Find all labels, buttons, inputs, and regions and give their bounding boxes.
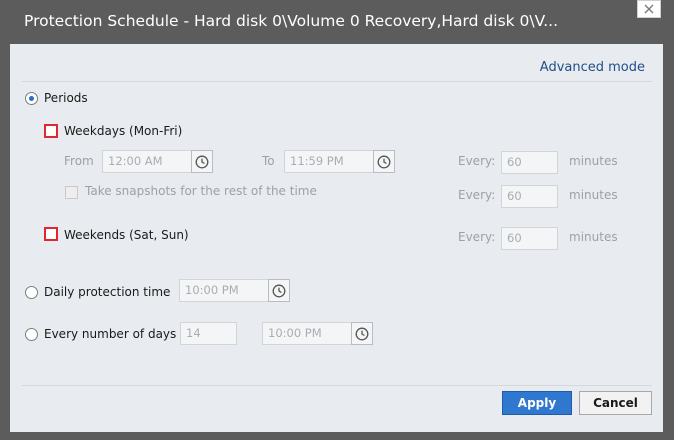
snapshots-every-input[interactable]: 60 xyxy=(501,185,558,208)
title-bar[interactable]: Protection Schedule - Hard disk 0\Volume… xyxy=(0,0,674,44)
days-count-input[interactable]: 14 xyxy=(180,322,237,345)
bottom-divider xyxy=(22,385,652,386)
every-number-of-days-label: Every number of days xyxy=(44,327,177,341)
every-days-time-picker-button[interactable] xyxy=(351,322,373,345)
from-time-input[interactable]: 12:00 AM xyxy=(102,150,192,173)
periods-radio[interactable] xyxy=(25,92,38,105)
apply-button[interactable]: Apply xyxy=(502,391,572,415)
every-days-time-input[interactable]: 10:00 PM xyxy=(262,322,352,345)
weekdays-label: Weekdays (Mon-Fri) xyxy=(64,124,183,138)
weekends-label: Weekends (Sat, Sun) xyxy=(64,228,189,242)
to-time-picker-button[interactable] xyxy=(373,150,395,173)
take-snapshots-label: Take snapshots for the rest of the time xyxy=(85,184,317,198)
dialog-body: Advanced mode Periods Weekdays (Mon-Fri)… xyxy=(10,44,663,432)
dialog-title: Protection Schedule - Hard disk 0\Volume… xyxy=(24,12,559,30)
weekends-every-input[interactable]: 60 xyxy=(501,227,558,250)
snapshots-every-label: Every: xyxy=(458,188,496,202)
clock-icon xyxy=(272,284,286,297)
protection-schedule-dialog: Protection Schedule - Hard disk 0\Volume… xyxy=(0,0,674,440)
from-time-picker-button[interactable] xyxy=(191,150,213,173)
weekdays-checkbox[interactable] xyxy=(44,124,58,138)
weekdays-minutes-label: minutes xyxy=(569,154,618,168)
clock-icon xyxy=(377,155,391,168)
clock-icon xyxy=(195,155,209,168)
weekdays-every-label: Every: xyxy=(458,154,496,168)
every-number-of-days-radio[interactable] xyxy=(25,328,38,341)
cancel-button[interactable]: Cancel xyxy=(579,391,652,415)
weekends-checkbox[interactable] xyxy=(44,227,58,241)
daily-protection-radio[interactable] xyxy=(25,286,38,299)
take-snapshots-checkbox[interactable] xyxy=(65,186,78,199)
periods-label: Periods xyxy=(44,91,88,105)
close-icon xyxy=(644,4,654,14)
snapshots-minutes-label: minutes xyxy=(569,188,618,202)
weekdays-every-input[interactable]: 60 xyxy=(501,151,558,174)
from-label: From xyxy=(64,154,94,168)
weekends-minutes-label: minutes xyxy=(569,230,618,244)
top-divider xyxy=(22,81,652,82)
clock-icon xyxy=(355,327,369,340)
daily-time-picker-button[interactable] xyxy=(268,279,290,302)
daily-time-input[interactable]: 10:00 PM xyxy=(179,279,269,302)
close-button[interactable] xyxy=(637,0,661,18)
weekends-every-label: Every: xyxy=(458,230,496,244)
to-time-input[interactable]: 11:59 PM xyxy=(284,150,374,173)
advanced-mode-link[interactable]: Advanced mode xyxy=(540,60,645,75)
to-label: To xyxy=(262,154,275,168)
daily-protection-label: Daily protection time xyxy=(44,285,171,299)
